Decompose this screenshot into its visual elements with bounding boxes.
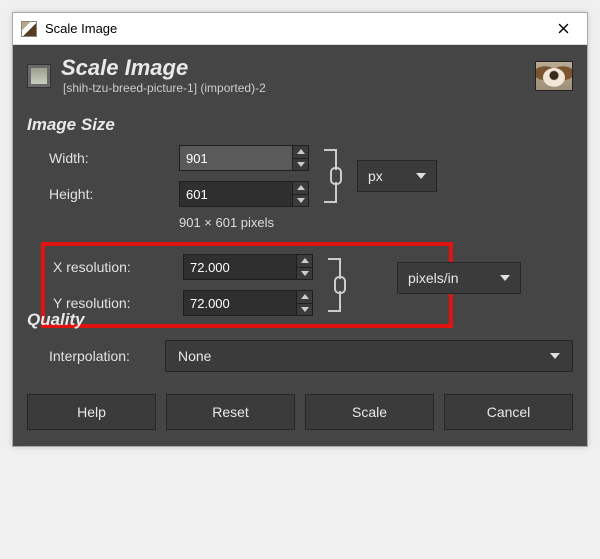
yres-step-up[interactable] xyxy=(297,291,312,304)
width-input[interactable]: 901 xyxy=(179,145,309,171)
dialog-header: Scale Image [shih-tzu-breed-picture-1] (… xyxy=(27,57,573,101)
height-step-up[interactable] xyxy=(293,182,308,195)
scale-image-icon xyxy=(27,64,51,88)
interpolation-dropdown[interactable]: None xyxy=(165,340,573,372)
x-resolution-input[interactable]: 72.000 xyxy=(183,254,313,280)
button-bar: Help Reset Scale Cancel xyxy=(27,394,573,430)
chevron-down-icon xyxy=(500,275,510,281)
size-chain-link-icon[interactable] xyxy=(319,148,347,204)
cancel-button[interactable]: Cancel xyxy=(444,394,573,430)
width-label: Width: xyxy=(49,150,169,166)
y-resolution-value[interactable]: 72.000 xyxy=(184,291,296,315)
pixel-dimensions: 901 × 601 pixels xyxy=(179,215,477,230)
reset-button[interactable]: Reset xyxy=(166,394,295,430)
close-button[interactable] xyxy=(543,14,583,44)
width-step-down[interactable] xyxy=(293,159,308,171)
height-step-down[interactable] xyxy=(293,195,308,207)
interpolation-value: None xyxy=(178,348,211,364)
width-step-up[interactable] xyxy=(293,146,308,159)
size-unit-value: px xyxy=(368,168,383,184)
interpolation-label: Interpolation: xyxy=(49,348,155,364)
yres-step-down[interactable] xyxy=(297,304,312,316)
size-unit-dropdown[interactable]: px xyxy=(357,160,437,192)
scale-button[interactable]: Scale xyxy=(305,394,434,430)
window-icon xyxy=(21,21,37,37)
resolution-chain-link-icon[interactable] xyxy=(323,257,351,313)
y-resolution-input[interactable]: 72.000 xyxy=(183,290,313,316)
window-title: Scale Image xyxy=(45,21,543,36)
scale-image-dialog: Scale Image Scale Image [shih-tzu-breed-… xyxy=(12,12,588,447)
resolution-unit-dropdown[interactable]: pixels/in xyxy=(397,262,521,294)
width-value[interactable]: 901 xyxy=(180,146,292,170)
height-input[interactable]: 601 xyxy=(179,181,309,207)
x-resolution-value[interactable]: 72.000 xyxy=(184,255,296,279)
resolution-unit-value: pixels/in xyxy=(408,270,459,286)
image-size-heading: Image Size xyxy=(27,115,573,135)
help-button[interactable]: Help xyxy=(27,394,156,430)
chevron-down-icon xyxy=(416,173,426,179)
y-resolution-label: Y resolution: xyxy=(53,295,173,311)
image-thumbnail xyxy=(535,61,573,91)
xres-step-up[interactable] xyxy=(297,255,312,268)
height-label: Height: xyxy=(49,186,169,202)
chevron-down-icon xyxy=(550,353,560,359)
titlebar: Scale Image xyxy=(13,13,587,45)
xres-step-down[interactable] xyxy=(297,268,312,280)
dialog-subtitle: [shih-tzu-breed-picture-1] (imported)-2 xyxy=(61,81,525,95)
x-resolution-label: X resolution: xyxy=(53,259,173,275)
height-value[interactable]: 601 xyxy=(180,182,292,206)
dialog-title: Scale Image xyxy=(61,57,525,79)
